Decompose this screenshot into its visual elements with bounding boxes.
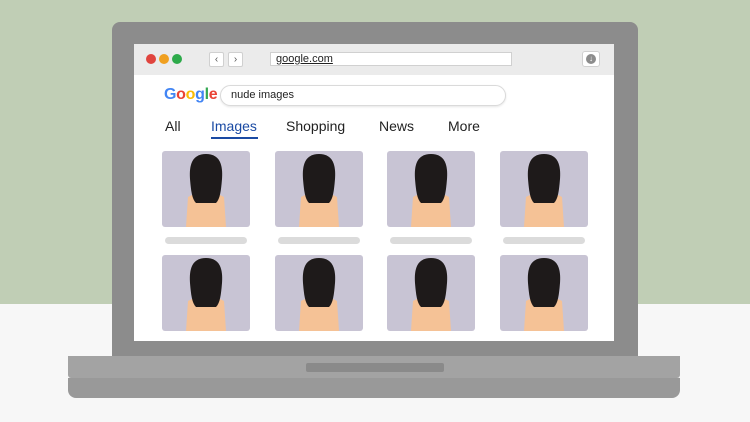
download-button[interactable]: ↓ [582, 51, 600, 67]
tab-images[interactable]: Images [211, 118, 257, 134]
tab-all[interactable]: All [165, 118, 181, 134]
chevron-left-icon: ‹ [214, 54, 219, 65]
logo-letter: o [176, 86, 186, 103]
image-result-thumbnail[interactable] [500, 255, 588, 331]
close-window-dot[interactable] [146, 54, 156, 64]
person-back-illustration [411, 258, 451, 331]
tab-news[interactable]: News [379, 118, 414, 134]
person-back-illustration [186, 258, 226, 331]
person-back-illustration [299, 258, 339, 331]
address-bar[interactable]: google.com [270, 52, 512, 66]
image-result-caption-placeholder [390, 237, 472, 244]
image-result-thumbnail[interactable] [275, 151, 363, 227]
laptop-screen: ‹ › google.com ↓ Google nude images All … [134, 44, 614, 341]
image-result-thumbnail[interactable] [275, 255, 363, 331]
image-result-caption-placeholder [503, 237, 585, 244]
logo-letter: G [164, 86, 177, 103]
minimize-window-dot[interactable] [159, 54, 169, 64]
logo-letter: o [185, 86, 196, 103]
image-result-thumbnail[interactable] [162, 151, 250, 227]
logo-letter: g [195, 86, 205, 103]
person-back-illustration [186, 154, 226, 227]
laptop-trackpad-notch [306, 363, 444, 372]
tab-shopping[interactable]: Shopping [286, 118, 345, 134]
download-icon: ↓ [586, 54, 596, 64]
image-result-thumbnail[interactable] [500, 151, 588, 227]
back-button[interactable]: ‹ [209, 52, 224, 67]
tab-more[interactable]: More [448, 118, 480, 134]
google-logo[interactable]: Google [164, 86, 218, 104]
person-back-illustration [299, 154, 339, 227]
person-back-illustration [524, 154, 564, 227]
browser-titlebar: ‹ › google.com ↓ [134, 44, 614, 75]
image-result-caption-placeholder [278, 237, 360, 244]
image-result-thumbnail[interactable] [387, 255, 475, 331]
chevron-right-icon: › [233, 54, 238, 65]
active-tab-indicator [211, 137, 258, 139]
person-back-illustration [411, 154, 451, 227]
image-result-thumbnail[interactable] [162, 255, 250, 331]
logo-letter: e [208, 86, 218, 103]
laptop-base-edge [68, 378, 680, 398]
maximize-window-dot[interactable] [172, 54, 182, 64]
forward-button[interactable]: › [228, 52, 243, 67]
person-back-illustration [524, 258, 564, 331]
image-result-caption-placeholder [165, 237, 247, 244]
image-result-thumbnail[interactable] [387, 151, 475, 227]
search-input[interactable]: nude images [220, 85, 506, 106]
